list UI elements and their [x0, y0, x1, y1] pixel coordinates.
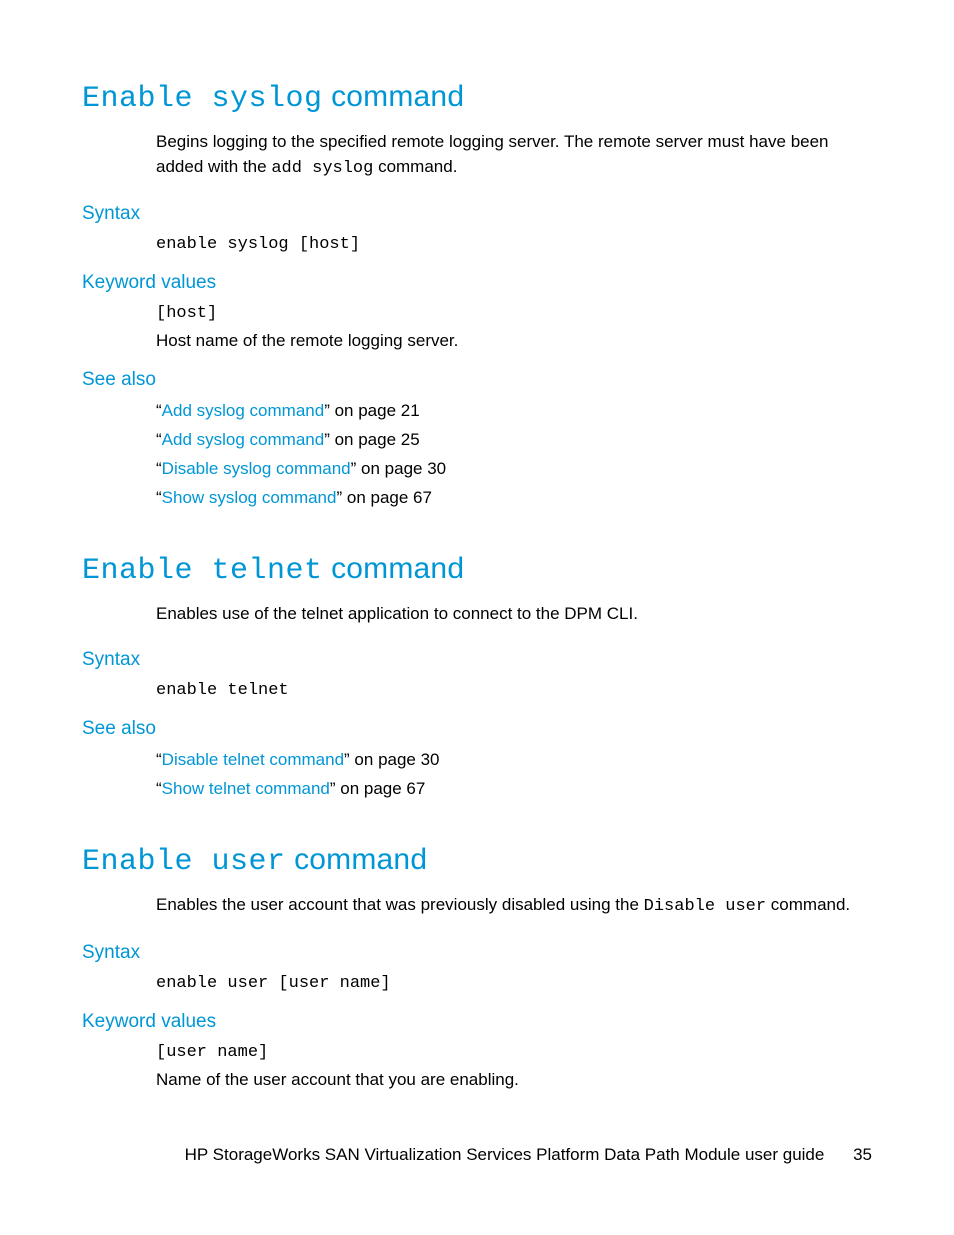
desc-mono: add syslog — [271, 159, 373, 178]
desc-post: command. — [766, 895, 850, 914]
section-description: Enables use of the telnet application to… — [156, 602, 872, 627]
title-suffix: command — [323, 80, 465, 113]
keyword-description: Name of the user account that you are en… — [156, 1070, 872, 1090]
keyword-values-heading: Keyword values — [82, 1011, 872, 1033]
syntax-heading: Syntax — [82, 942, 872, 964]
section-description: Enables the user account that was previo… — [156, 893, 872, 920]
title-mono: Enable syslog — [82, 82, 323, 116]
xref-link[interactable]: Disable syslog command — [162, 459, 351, 478]
keyword-description: Host name of the remote logging server. — [156, 331, 872, 351]
see-also-list: “Add syslog command” on page 21 “Add sys… — [156, 401, 872, 508]
page-footer: HP StorageWorks SAN Virtualization Servi… — [185, 1145, 872, 1165]
section-title: Enable user command — [82, 843, 872, 879]
section-description: Begins logging to the specified remote l… — [156, 130, 872, 181]
desc-pre: Enables the user account that was previo… — [156, 895, 644, 914]
keyword-code: [host] — [156, 304, 872, 323]
xref-link[interactable]: Show syslog command — [162, 488, 337, 507]
see-also-item: “Disable telnet command” on page 30 — [156, 750, 872, 770]
syntax-code: enable syslog [host] — [156, 235, 872, 254]
see-also-heading: See also — [82, 369, 872, 391]
see-also-item: “Add syslog command” on page 21 — [156, 401, 872, 421]
see-also-item: “Add syslog command” on page 25 — [156, 430, 872, 450]
title-mono: Enable user — [82, 845, 286, 879]
desc-mono: Disable user — [644, 897, 766, 916]
keyword-values-heading: Keyword values — [82, 272, 872, 294]
desc-pre: Begins logging to the specified remote l… — [156, 132, 829, 176]
xref-link[interactable]: Disable telnet command — [162, 750, 344, 769]
xref-link[interactable]: Add syslog command — [162, 430, 325, 449]
xref-link[interactable]: Add syslog command — [162, 401, 325, 420]
see-also-item: “Disable syslog command” on page 30 — [156, 459, 872, 479]
xref-link[interactable]: Show telnet command — [162, 779, 330, 798]
keyword-code: [user name] — [156, 1043, 872, 1062]
syntax-heading: Syntax — [82, 649, 872, 671]
see-also-list: “Disable telnet command” on page 30 “Sho… — [156, 750, 872, 799]
section-title: Enable syslog command — [82, 80, 872, 116]
section-title: Enable telnet command — [82, 552, 872, 588]
page-number: 35 — [853, 1145, 872, 1165]
title-suffix: command — [286, 843, 428, 876]
see-also-item: “Show syslog command” on page 67 — [156, 488, 872, 508]
see-also-item: “Show telnet command” on page 67 — [156, 779, 872, 799]
see-also-heading: See also — [82, 718, 872, 740]
title-mono: Enable telnet — [82, 554, 323, 588]
footer-text: HP StorageWorks SAN Virtualization Servi… — [185, 1145, 825, 1164]
desc-post: command. — [373, 157, 457, 176]
syntax-code: enable user [user name] — [156, 974, 872, 993]
syntax-heading: Syntax — [82, 203, 872, 225]
page: Enable syslog command Begins logging to … — [0, 0, 954, 1235]
title-suffix: command — [323, 552, 465, 585]
syntax-code: enable telnet — [156, 681, 872, 700]
